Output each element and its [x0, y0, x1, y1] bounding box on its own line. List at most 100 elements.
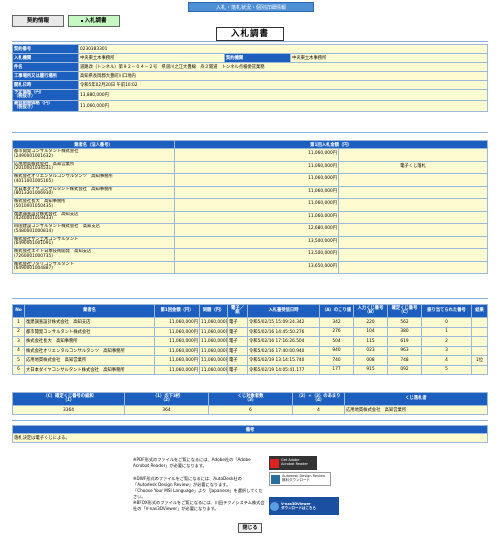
bidder-amount: 11,060,000円: [174, 210, 339, 224]
info-label: 予定価格（円） （税抜き）: [12, 89, 79, 101]
note-pdf: ※PDF形式のファイルをご覧になるには、Adobe社の「Adobe Acroba…: [133, 457, 251, 468]
lottery-header-cell: 結果: [471, 304, 488, 318]
lottery-cell: 11,060,000円: [199, 345, 228, 356]
lottery-cell: 504: [319, 336, 354, 347]
lottery-cell: 11,060,000円: [199, 336, 228, 347]
lottery-cell: 11,060,000円: [154, 345, 200, 356]
info-label: 開札日時: [12, 80, 79, 90]
bidder-name-cell: 株式会社長大 高知事務所 (5010001050435): [12, 198, 175, 212]
lottery-cell: 5: [421, 364, 472, 375]
bidder-name-cell: 都市開発コンサルタント株式会社 (2490001001632): [12, 148, 175, 162]
lottery-header-cell: No: [12, 304, 25, 318]
lottery-cell: [471, 345, 488, 356]
calc-value-cell: 4: [292, 405, 345, 415]
table-row: 大日本ダイヤコンサルタント株式会社 高知事務所 (8013301006930) 11…: [12, 185, 488, 199]
info-value: 道路改（トンネル）第９２－０４－２号 県道川之江大豊線 舟３隧道 トンネル点検委…: [78, 62, 488, 72]
bidder-number: (6490001004887): [14, 266, 53, 272]
bidder-name-cell: 株式会社ワタリコンサルタント (6490001004887): [12, 260, 175, 274]
calc-header-cell: （1）の下3桁 （2）: [124, 392, 209, 406]
bidder-number: (4011001005165): [14, 178, 53, 184]
table-row: 1 復建調査設計株式会社 高知支店 11,060,000円 11,060,000円 電子…: [12, 317, 488, 328]
bidders-table: 業者名（法人番号） 第1回入札金額（円） 都市開発コンサルタント株式会社 (2490…: [12, 140, 488, 274]
lottery-cell: [471, 326, 488, 337]
info-value: 中央東土木事務所: [78, 53, 225, 63]
divider: [12, 132, 488, 133]
divider: [12, 420, 488, 421]
lottery-cell: 3: [421, 345, 472, 356]
calc-header-cell: （2）÷（3）のあまり （4）: [292, 392, 345, 406]
bidder-name-cell: 応用地質株式会社 高知営業所 (2010001034531): [12, 160, 175, 174]
lottery-cell: 11,060,000円: [154, 364, 200, 375]
lottery-cell: 電子: [227, 364, 248, 375]
lottery-cell: 電子: [227, 326, 248, 337]
divider: [12, 298, 488, 299]
note-bfox: ※BFOX形式のファイルをご覧になるには、川田テクノシステム株式会社の「V-na…: [133, 500, 265, 511]
lottery-cell: 電子: [227, 345, 248, 356]
vnas-icon: [270, 501, 279, 511]
bidder-amount: 11,060,000円: [174, 198, 339, 212]
tab-contract-info[interactable]: 契約情報: [12, 15, 64, 27]
bidder-number: (2490001001632): [14, 153, 53, 159]
info-value: 13,880,000円: [78, 89, 488, 101]
lottery-calc-table: （C）確定くじ番号の総和 （1） （1）の下3桁 （2） くじ対象者数 （3） （2）…: [12, 392, 488, 415]
bidder-note: [338, 173, 488, 187]
lottery-cell: 11,060,000円: [199, 326, 228, 337]
lottery-cell: 276: [319, 326, 354, 337]
lottery-cell: 令和5/02/15 15:09:24.342: [247, 317, 320, 328]
lottery-cell: 023: [353, 345, 388, 356]
acrobat-badge[interactable]: Get Adobe Acrobat Reader: [269, 456, 317, 470]
close-button[interactable]: 閉じる: [238, 523, 262, 533]
bidder-note: [338, 223, 488, 237]
lottery-cell: [471, 336, 488, 347]
table-row: 6 大日本ダイヤコンサルタント株式会社 高知事務所 11,060,000円 11,06…: [12, 364, 488, 375]
lottery-header-cell: 振り当てられた番号: [421, 304, 472, 318]
bidder-name-cell: 株式会社オリエンタルコンサルタンツ 高知事務所 (4011001005165): [12, 173, 175, 187]
page-title: 入札調書: [216, 27, 284, 41]
table-row: 株式会社長大 高知事務所 (5010001050435) 11,060,000円: [12, 198, 488, 212]
lottery-cell: 1位: [471, 355, 488, 366]
bidder-note: [338, 235, 488, 249]
note-dwf: ※DWF形式のファイルをご覧になるには、AutoDesk社の「Autodesk …: [133, 476, 263, 499]
lottery-cell: 令和5/02/19 14:05:41.177: [247, 364, 320, 375]
info-value: 11,060,000円: [78, 100, 488, 112]
lottery-header-cell: 入力くじ番号 （B）: [353, 304, 388, 318]
lottery-cell: [471, 317, 488, 328]
lottery-cell: 2: [12, 326, 25, 337]
lottery-cell: 5: [12, 355, 25, 366]
table-row: 株式会社オリエンタルコンサルタンツ 高知事務所 (4011001005165) 11…: [12, 173, 488, 187]
lottery-table: No 業者名 第1回金額（円） 同額（円） 電子／紙 入札書受信日時 （A）のこり値 入力くじ…: [12, 304, 488, 375]
design-review-badge[interactable]: Autodesk Design Review 無料ダウンロード: [269, 472, 331, 486]
bidder-amount: 11,060,000円: [174, 173, 339, 187]
lottery-cell: 令和5/02/16 17:16:26.504: [247, 336, 320, 347]
divider: [12, 41, 488, 42]
bidder-number: (4240001019433): [14, 216, 53, 222]
lottery-header-cell: 第1回金額（円）: [154, 304, 200, 318]
table-row: 応用地質株式会社 高知営業所 (2010001034531) 11,060,000円…: [12, 160, 488, 174]
table-row: 株式会社ワタリコンサルタント (6490001004887) 13,650,000円: [12, 260, 488, 274]
info-value: 0230383301: [78, 44, 488, 54]
info-label: 工事場所又は履行場所: [12, 71, 79, 81]
bidder-name-cell: 株式会社サン土木コンサルタント (6490001001091): [12, 235, 175, 249]
calc-value-cell: 3364: [12, 405, 125, 415]
bidder-note: [338, 260, 488, 274]
bidder-name-cell: 大日本ダイヤコンサルタント株式会社 高知事務所 (8013301006930): [12, 185, 175, 199]
vnas-badge[interactable]: V-nas3DViewer ダウンロードはこちら: [269, 497, 339, 515]
calc-value-cell: 応用地質株式会社 高知営業所: [344, 405, 488, 415]
autodesk-icon: [271, 474, 280, 484]
info-label: 契約番号: [12, 44, 79, 54]
lottery-cell: 1: [12, 317, 25, 328]
lottery-cell: 740: [319, 355, 354, 366]
lottery-cell: 11,060,000円: [154, 317, 200, 328]
bidder-number: (5010001050435): [14, 203, 53, 209]
lottery-cell: 電子: [227, 317, 248, 328]
lottery-cell: 115: [353, 336, 388, 347]
lottery-cell: 令和5/02/19 13:14:15.740: [247, 355, 320, 366]
bidder-name-cell: 復建調査設計株式会社 高知支店 (4240001019433): [12, 210, 175, 224]
lottery-cell: 177: [319, 364, 354, 375]
lottery-cell: 619: [387, 336, 422, 347]
lottery-cell: 令和5/02/16 14:45:50.276: [247, 326, 320, 337]
calc-value-cell: 6: [208, 405, 293, 415]
tab-bid-record[interactable]: 入札調書: [68, 15, 120, 27]
table-row: 復建調査設計株式会社 高知支店 (4240001019433) 11,060,000…: [12, 210, 488, 224]
bidder-number: (2010001034531): [14, 166, 53, 172]
